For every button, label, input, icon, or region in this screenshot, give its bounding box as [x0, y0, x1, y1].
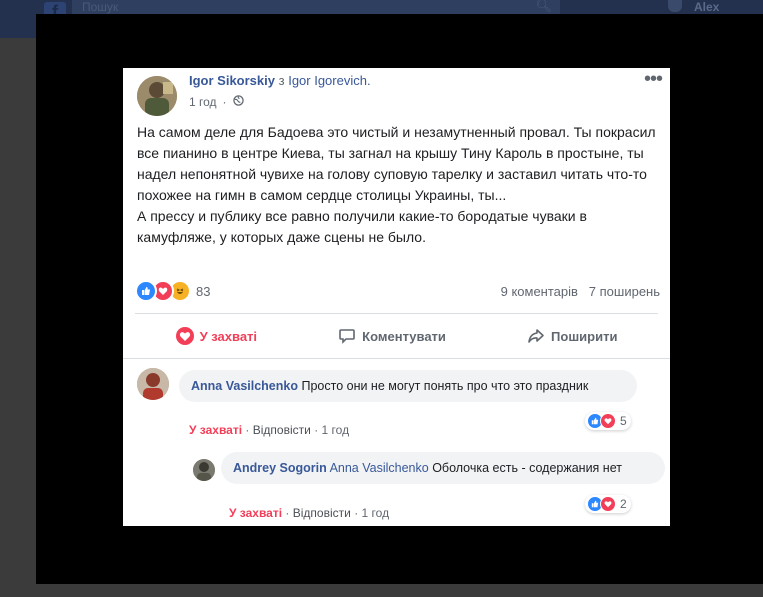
profile-name[interactable]: Alex	[694, 0, 719, 14]
separator: ·	[354, 506, 359, 520]
commenter-avatar[interactable]	[193, 459, 215, 481]
reply-bubble: Andrey Sogorin Anna Vasilchenko Оболочка…	[221, 452, 665, 484]
comment-bubble: Anna Vasilchenko Просто они не могут пон…	[179, 370, 637, 402]
share-icon	[528, 329, 544, 343]
post-header: Igor Sikorskiy з Igor Igorevich.	[189, 73, 371, 88]
comment-text: Оболочка есть - содержания нет	[432, 461, 622, 475]
share-button-label: Поширити	[551, 328, 618, 344]
love-reaction-icon	[600, 496, 616, 512]
separator: ·	[285, 506, 290, 520]
with-connector: з	[278, 73, 285, 88]
comment-mention[interactable]: Anna Vasilchenko	[330, 461, 429, 475]
comment-love-link[interactable]: У захваті	[189, 423, 242, 437]
post-meta: 1 год ·	[189, 95, 244, 109]
comment-actions: У захваті · Відповісти · 1 год	[229, 506, 389, 520]
comment-reply-link[interactable]: Відповісти	[293, 506, 351, 520]
tagged-person[interactable]: Igor Igorevich.	[288, 73, 370, 88]
dot-separator: ·	[222, 95, 227, 109]
post-card: Igor Sikorskiy з Igor Igorevich. 1 год ·…	[123, 68, 670, 526]
separator: ·	[314, 423, 319, 437]
post-actions: У захваті Коментувати Поширити	[135, 320, 658, 352]
post-paragraph-1: На самом деле для Бадоева это чистый и н…	[137, 124, 656, 203]
comment-author[interactable]: Andrey Sogorin	[233, 461, 327, 475]
comment-love-link[interactable]: У захваті	[229, 506, 282, 520]
divider	[135, 313, 658, 314]
comment-button[interactable]: Коментувати	[338, 327, 446, 345]
love-reaction-icon	[600, 413, 616, 429]
post-stats: 9 коментарів 7 поширень	[501, 284, 660, 299]
author-avatar[interactable]	[137, 76, 177, 116]
divider	[123, 358, 670, 359]
reaction-count: 83	[196, 283, 211, 299]
shares-count[interactable]: 7 поширень	[589, 284, 660, 299]
comment-actions: У захваті · Відповісти · 1 год	[189, 423, 349, 437]
reaction-summary[interactable]: 83	[135, 280, 210, 302]
comment-reply-link[interactable]: Відповісти	[253, 423, 311, 437]
post-text: На самом деле для Бадоева это чистый и н…	[137, 122, 657, 248]
comment-time[interactable]: 1 год	[362, 506, 390, 520]
love-icon	[175, 327, 194, 345]
post-author[interactable]: Igor Sikorskiy	[189, 73, 275, 88]
comment-time[interactable]: 1 год	[322, 423, 350, 437]
comment-reactions[interactable]: 5	[585, 412, 631, 430]
globe-icon[interactable]	[232, 95, 244, 109]
comments-count[interactable]: 9 коментарів	[501, 284, 578, 299]
comment-reaction-count: 2	[620, 497, 627, 511]
love-button[interactable]: У захваті	[175, 327, 258, 345]
post-time[interactable]: 1 год	[189, 95, 217, 109]
search-placeholder: Пошук	[82, 0, 119, 14]
comment-author[interactable]: Anna Vasilchenko	[191, 379, 298, 393]
comment-icon	[339, 329, 355, 344]
separator: ·	[245, 423, 250, 437]
comment-reaction-count: 5	[620, 414, 627, 428]
like-reaction-icon	[135, 280, 157, 302]
comment-reactions[interactable]: 2	[585, 495, 631, 513]
search-icon[interactable]: 🔍︎	[535, 0, 552, 14]
love-button-label: У захваті	[199, 328, 258, 344]
share-button[interactable]: Поширити	[527, 327, 617, 345]
more-options-icon[interactable]: •••	[644, 68, 663, 91]
commenter-avatar[interactable]	[137, 368, 169, 400]
comment-button-label: Коментувати	[362, 328, 446, 344]
profile-avatar-icon[interactable]	[668, 0, 682, 12]
comment-text: Просто они не могут понять про что это п…	[301, 379, 589, 393]
post-paragraph-2: А прессу и публику все равно получили ка…	[137, 208, 587, 245]
